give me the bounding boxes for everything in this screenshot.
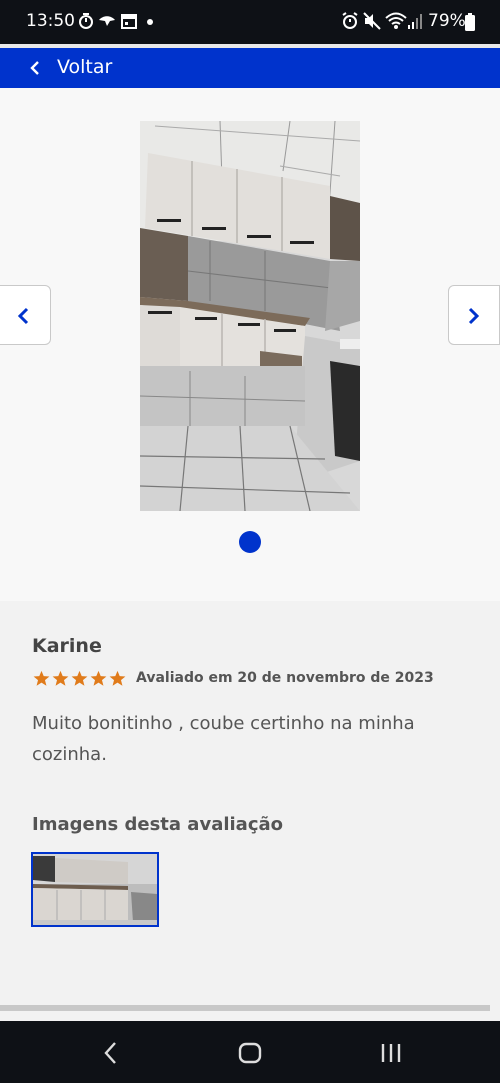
- star-rating: [33, 670, 128, 688]
- reviewer-name: Karine: [32, 635, 102, 657]
- back-label: Voltar: [57, 56, 113, 78]
- battery-icon: [465, 13, 475, 31]
- battery-percentage: 79%: [428, 11, 466, 31]
- status-bar: 13:50 79%: [0, 0, 500, 44]
- mute-icon: [363, 12, 381, 30]
- previous-image-button[interactable]: [0, 285, 51, 345]
- section-divider: [0, 1005, 490, 1011]
- system-home-icon[interactable]: [238, 1041, 262, 1065]
- review-card: Karine Avaliado em 20 de novembro de 202…: [0, 601, 500, 1011]
- system-recent-apps-icon[interactable]: [379, 1041, 403, 1065]
- star-icon: [52, 670, 69, 686]
- star-icon: [33, 670, 50, 686]
- star-icon: [109, 670, 126, 686]
- calendar-icon: [121, 14, 137, 29]
- messenger-icon: [99, 16, 115, 26]
- carousel-dot-active[interactable]: [239, 531, 261, 553]
- alarm-icon: [342, 12, 358, 29]
- star-icon: [90, 670, 107, 686]
- wifi-icon: [385, 12, 407, 29]
- signal-icon: [408, 14, 422, 29]
- review-text: Muito bonitinho , coube certinho na minh…: [32, 713, 415, 765]
- review-date: Avaliado em 20 de novembro de 2023: [136, 670, 434, 686]
- system-navigation-bar: [0, 1021, 500, 1083]
- notification-dot-icon: [147, 19, 153, 25]
- chevron-right-icon: [468, 307, 480, 325]
- image-gallery: [0, 88, 500, 601]
- chevron-left-icon: [17, 307, 29, 325]
- next-image-button[interactable]: [448, 285, 500, 345]
- app-header: Voltar: [0, 48, 500, 88]
- thumbnail-image: [33, 854, 157, 925]
- system-back-icon[interactable]: [101, 1041, 121, 1065]
- star-icon: [71, 670, 88, 686]
- status-time: 13:50: [26, 11, 75, 31]
- back-button[interactable]: Voltar: [0, 48, 140, 88]
- timer-icon: [79, 13, 93, 29]
- review-photo[interactable]: [140, 121, 360, 511]
- review-images-heading: Imagens desta avaliação: [32, 814, 284, 835]
- chevron-left-icon: [30, 61, 39, 75]
- review-image-thumbnail[interactable]: [31, 852, 159, 927]
